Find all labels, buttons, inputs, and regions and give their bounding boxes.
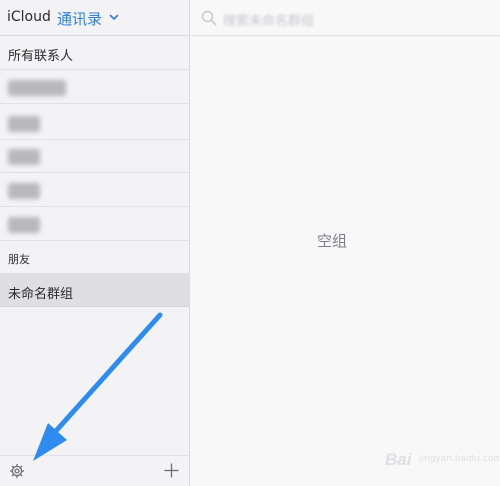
group-label <box>8 149 40 165</box>
group-item-blurred[interactable] <box>0 106 190 140</box>
search-icon <box>201 10 217 26</box>
plus-icon[interactable] <box>163 462 180 479</box>
group-label <box>8 80 66 96</box>
main-panel: 搜索未命名群组 空组 <box>191 0 500 486</box>
group-label: 未命名群组 <box>8 287 74 302</box>
group-item-blurred[interactable] <box>0 139 190 173</box>
group-item-blurred[interactable] <box>0 207 190 241</box>
sidebar: iCloud 通讯录 所有联系人 朋友 未命名群组 <box>0 0 190 486</box>
group-all-contacts[interactable]: 所有联系人 <box>0 36 190 70</box>
group-item-blurred[interactable] <box>0 70 190 104</box>
sidebar-toolbar <box>0 455 190 486</box>
watermark-text: Bai <box>385 450 412 469</box>
search-bar[interactable]: 搜索未命名群组 <box>191 0 500 36</box>
app-title[interactable]: 通讯录 <box>57 8 102 29</box>
group-label: 所有联系人 <box>8 49 74 64</box>
watermark-logo: Bai jingyan.baidu.com <box>385 436 500 470</box>
group-label <box>8 183 40 199</box>
group-label <box>8 217 40 233</box>
empty-group-message: 空组 <box>317 232 348 250</box>
group-label <box>8 116 40 132</box>
group-friends[interactable]: 朋友 <box>0 241 190 274</box>
search-input[interactable]: 搜索未命名群组 <box>223 10 314 29</box>
app-header: iCloud 通讯录 <box>0 0 190 36</box>
group-label: 朋友 <box>8 253 30 266</box>
gear-icon[interactable] <box>9 463 25 479</box>
chevron-down-icon[interactable] <box>108 11 120 23</box>
group-item-blurred[interactable] <box>0 173 190 207</box>
watermark-subtext: jingyan.baidu.com <box>419 454 500 464</box>
group-unnamed-selected[interactable]: 未命名群组 <box>0 274 190 307</box>
app-brand: iCloud <box>7 9 51 25</box>
